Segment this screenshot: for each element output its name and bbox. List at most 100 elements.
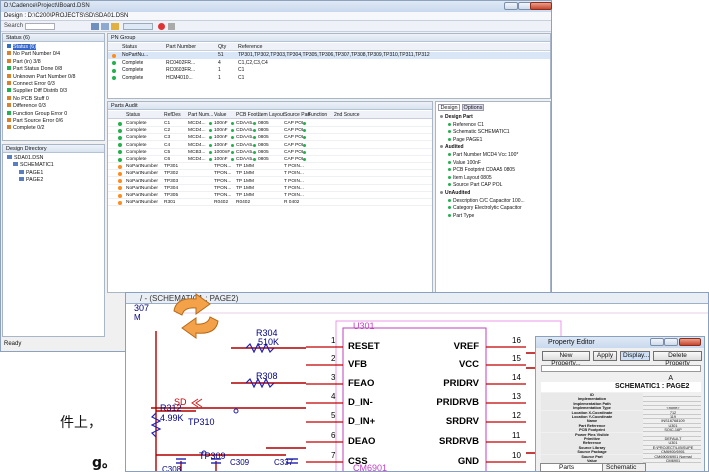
settings-icon[interactable] <box>168 23 175 30</box>
chip-reference[interactable]: U301 <box>353 321 375 331</box>
table-row[interactable]: Complete C1 MCD4... 100nF CDAA5... 0805 CAP PO… <box>108 120 432 127</box>
label-r304v[interactable]: 510K <box>258 337 279 347</box>
pin-name[interactable]: RESET <box>348 341 380 352</box>
column-header[interactable]: Item Layout <box>258 111 284 119</box>
property-row[interactable]: Value 100nF <box>448 160 481 167</box>
stop-icon[interactable] <box>158 23 165 30</box>
table-row[interactable]: NoPartNu... 51 TP301,TP302,TP303,TP304,TP3… <box>108 52 550 59</box>
pin-name[interactable]: VREF <box>454 341 479 352</box>
property-row[interactable]: Audited <box>440 144 464 151</box>
pin-name[interactable]: VCC <box>459 359 479 370</box>
property-value[interactable]: CM6901 <box>645 459 701 463</box>
status-item[interactable]: Part (in) 3/8 <box>7 58 41 66</box>
pin-name[interactable]: FEAO <box>348 378 374 389</box>
table-row[interactable]: Complete C2 MCD4... 100nF CDAA5... 0805 CAP PO… <box>108 127 432 135</box>
status-item[interactable]: Supplier Diff Distrib 0/3 <box>7 88 67 95</box>
pin-name[interactable]: SRDRVB <box>439 436 479 447</box>
apply-button[interactable]: Apply <box>593 351 617 361</box>
table-row[interactable]: NoPartNumber TP305 TPON... TP 1MM T POIN... <box>108 192 432 199</box>
property-row[interactable]: Part Type <box>448 213 474 220</box>
toolbar-icon-3[interactable] <box>111 23 119 30</box>
column-header[interactable]: Qty <box>218 43 226 51</box>
table-row[interactable]: NoPartNumber TP304 TPON... TP 1MM T POIN... <box>108 185 432 192</box>
directory-item[interactable]: PAGE1 <box>19 169 43 177</box>
status-item[interactable]: Part Source Error 0/6 <box>7 118 63 125</box>
directory-item[interactable]: PAGE2 <box>19 177 43 184</box>
column-header[interactable]: Source Part <box>284 111 310 119</box>
status-item[interactable]: Complete 0/2 <box>7 125 45 132</box>
pe-minimize-button[interactable] <box>650 338 664 346</box>
tab-schematic[interactable]: Schematic <box>602 463 646 472</box>
tab-parts[interactable]: Parts <box>559 464 574 471</box>
column-header[interactable]: Reference <box>238 43 262 51</box>
filter-dropdown[interactable] <box>123 23 153 30</box>
label-m[interactable]: M <box>134 313 141 322</box>
status-item[interactable]: No PCB Stuff 0 <box>7 95 49 103</box>
table-row[interactable]: Complete C5 MCB3... 1000nF CDAA5... 0805 CAP P… <box>108 149 432 156</box>
column-header[interactable]: Status <box>126 111 140 119</box>
property-row[interactable]: Reference C1 <box>448 122 484 129</box>
column-header[interactable]: Function <box>308 111 327 119</box>
close-button[interactable] <box>530 2 552 10</box>
property-row[interactable]: Source Part CAP POL <box>448 182 502 189</box>
pe-maximize-button[interactable] <box>664 338 678 346</box>
property-filter-input[interactable] <box>541 365 701 372</box>
label-r308[interactable]: R308 <box>256 371 278 381</box>
label-c309[interactable]: C309 <box>230 458 249 467</box>
directory-item[interactable]: SCHEMATIC1 <box>13 162 54 169</box>
column-header[interactable]: Status <box>122 43 137 51</box>
table-row[interactable]: NoPartNumber R301 R0402 R0402 R 0402 <box>108 199 432 207</box>
column-header[interactable]: RefDes <box>164 111 181 119</box>
status-item[interactable]: Difference 0/3 <box>7 103 46 110</box>
label-r312v[interactable]: 4.99K <box>160 413 184 423</box>
table-row[interactable]: Complete RC0603FR... 1 C1 <box>108 67 550 74</box>
column-header[interactable]: 2nd Source <box>334 111 360 119</box>
pin-name[interactable]: PRIDRVB <box>436 397 479 408</box>
table-row[interactable]: NoPartNumber TP303 TPON... TP 1MM T POIN... <box>108 178 432 185</box>
pe-close-button[interactable] <box>679 338 701 346</box>
property-row[interactable]: Part Number MCD4 Vcc 100* <box>448 152 518 159</box>
property-row[interactable]: PCB Footprint CDAA5 0805 <box>448 167 515 174</box>
pin-name[interactable]: D_IN+ <box>348 416 375 427</box>
label-c308[interactable]: C308 <box>162 465 181 471</box>
column-header[interactable]: Value <box>214 111 226 119</box>
pin-name[interactable]: VFB <box>348 359 367 370</box>
table-row[interactable]: NoPartNumber TP302 TPON... TP 1MM T POIN... <box>108 170 432 178</box>
status-item[interactable]: No Part Number 0/4 <box>7 51 60 58</box>
property-row[interactable]: UnAudited <box>440 190 470 197</box>
toolbar-icon-1[interactable] <box>91 23 99 30</box>
status-item[interactable]: Function Group Error 0 <box>7 110 67 118</box>
table-row[interactable]: Complete C4 MCD4... 100nF CDAA5... 0805 CAP PO… <box>108 142 432 149</box>
property-row[interactable]: Page PAGE1 <box>448 137 482 144</box>
table-row[interactable]: Complete HCM4010... 1 C1 <box>108 75 550 82</box>
tab-options[interactable]: Options <box>462 104 484 111</box>
search-input[interactable] <box>25 23 55 30</box>
status-item[interactable]: Connect Error 0/3 <box>7 81 55 88</box>
pin-name[interactable]: DEAO <box>348 436 375 447</box>
toolbar-icon-2[interactable] <box>101 23 109 30</box>
table-row[interactable]: NoPartNumber TP301 TPON... TP 1MM T POIN... <box>108 163 432 171</box>
property-row[interactable]: Schematic SCHEMATIC1 <box>448 129 510 136</box>
status-item[interactable]: Unknown Part Number 0/8 <box>7 73 75 81</box>
delete-property-button[interactable]: Delete Property <box>653 351 702 367</box>
property-row[interactable]: Description C/C Capacitor 100... <box>448 198 525 205</box>
pin-name[interactable]: PRIDRV <box>443 378 479 389</box>
chip-name[interactable]: CM6901 <box>353 463 387 471</box>
new-property-button[interactable]: New Property... <box>542 351 590 367</box>
property-row[interactable]: Design Part <box>440 114 473 121</box>
tab-design[interactable]: Design <box>438 104 460 111</box>
table-row[interactable]: Complete RC0402FR... 4 C1,C2,C3,C4 <box>108 60 550 67</box>
pin-name[interactable]: GND <box>458 456 479 467</box>
column-header[interactable]: Part Num... <box>188 111 213 119</box>
pin-name[interactable]: D_IN- <box>348 397 373 408</box>
table-row[interactable]: Complete C6 MCD4... 100nF CDAA5... 0805 CAP PO… <box>108 156 432 163</box>
property-row[interactable]: Category Electrolytic Capacitor <box>448 205 522 212</box>
pin-name[interactable]: SRDRV <box>446 416 479 427</box>
status-item[interactable]: Status (6) <box>7 44 36 51</box>
table-row[interactable]: Complete C3 MCD4... 100nF CDAA5... 0805 CAP PO… <box>108 134 432 142</box>
label-sd[interactable]: SD <box>174 397 187 407</box>
property-row[interactable]: Item Layout 0805 <box>448 175 492 182</box>
display-button[interactable]: Display... <box>620 351 650 361</box>
minimize-button[interactable] <box>504 2 518 10</box>
label-tp310[interactable]: TP310 <box>188 417 215 427</box>
